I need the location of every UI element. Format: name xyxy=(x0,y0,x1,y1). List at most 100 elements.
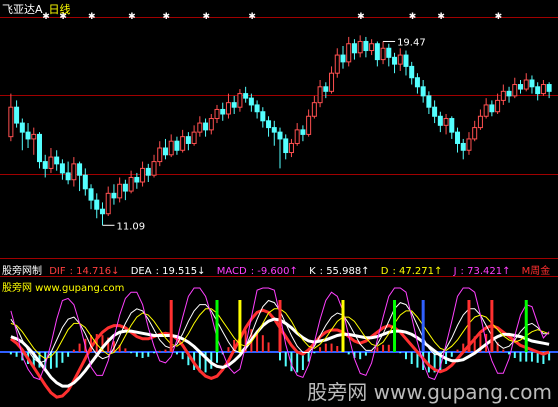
candle-body xyxy=(380,47,386,61)
cross-signal-bar xyxy=(393,300,397,352)
candle-body xyxy=(392,56,398,65)
candle-body xyxy=(105,192,111,215)
candle-body xyxy=(546,84,552,92)
macd-readout: MACD: -9.600↑ xyxy=(216,266,298,277)
candle-body xyxy=(500,90,506,101)
candle-body xyxy=(311,102,317,117)
candle-body xyxy=(94,199,100,210)
candle-body xyxy=(203,122,209,131)
candle-body xyxy=(357,40,363,54)
candle-body xyxy=(208,118,214,131)
candle-body xyxy=(99,208,105,215)
candle-body xyxy=(351,43,357,54)
k-name: K xyxy=(309,266,316,277)
candle-body xyxy=(437,115,443,126)
candle-body xyxy=(42,161,48,169)
indicator-readout-row: 股旁网制 DIF: 14.716↓ DEA: 19.515↓ MACD: -9.… xyxy=(2,262,554,277)
candle-body xyxy=(25,131,31,140)
j-readout: J: 73.421↑ xyxy=(453,266,511,277)
cross-signal-bar xyxy=(215,300,219,352)
candle-body xyxy=(180,136,186,151)
candle-body xyxy=(523,79,529,90)
candle-body xyxy=(529,79,535,88)
candle-body xyxy=(512,84,518,97)
dea-readout: DEA: 19.515↓ xyxy=(130,266,206,277)
candle-body xyxy=(323,86,329,92)
candle-body xyxy=(340,54,346,63)
candle-body xyxy=(59,163,65,174)
candle-body xyxy=(300,129,306,135)
candle-body xyxy=(369,43,375,52)
signal-marker-icon: ✱ xyxy=(409,12,417,22)
candle-body xyxy=(174,140,180,151)
candle-body xyxy=(260,111,266,122)
candle-body xyxy=(317,86,323,104)
site-url: 股旁网 www.gupang.com xyxy=(2,283,125,294)
d-value: 47.271↑ xyxy=(399,266,443,277)
candle-body xyxy=(483,104,489,117)
candle-body xyxy=(36,133,42,163)
candle-body xyxy=(197,122,203,133)
candle-body xyxy=(111,192,117,199)
candle-body xyxy=(254,104,260,113)
candle-body xyxy=(185,136,191,144)
candle-body xyxy=(162,147,168,156)
candle-body xyxy=(157,147,163,163)
k-value: 55.988↑ xyxy=(326,266,370,277)
candle-body xyxy=(117,183,123,199)
candle-body xyxy=(145,167,151,176)
signal-marker-icon: ✱ xyxy=(495,12,503,22)
j-name: J xyxy=(453,266,457,277)
cross-signal-bar xyxy=(169,300,173,352)
d-name: D xyxy=(380,266,389,277)
candle-body xyxy=(466,138,472,151)
security-name: 飞亚达A xyxy=(2,3,43,16)
chart-title: 飞亚达A 日线 xyxy=(2,1,71,17)
candle-body xyxy=(271,127,277,133)
candle-body xyxy=(329,72,335,92)
low-price-label: 11.09 xyxy=(116,221,145,232)
cross-signal-bar xyxy=(421,300,425,352)
candle-body xyxy=(540,84,546,95)
price-panel: 19.4711.09✱ ✱ ✱ ✱ ✱ ✱ ✱ ✱ ✱ ✱ ✱ xyxy=(8,12,552,232)
candle-body xyxy=(19,122,25,133)
candle-body xyxy=(214,108,220,120)
candle-body xyxy=(477,115,483,129)
candle-body xyxy=(168,140,174,156)
macd-name: MACD xyxy=(216,266,247,277)
macd-value: -9.600↑ xyxy=(257,266,298,277)
candle-body xyxy=(420,86,426,97)
candle-body xyxy=(403,54,409,67)
candle-body xyxy=(334,54,340,74)
candle-body xyxy=(506,90,512,97)
candle-body xyxy=(460,142,466,151)
cross-signal-bar xyxy=(278,300,282,352)
candle-body xyxy=(48,156,54,169)
signal-marker-icon: ✱ xyxy=(162,12,170,22)
candle-body xyxy=(71,163,77,181)
candle-body xyxy=(140,167,146,183)
candle-body xyxy=(443,118,449,126)
candle-body xyxy=(495,99,501,113)
candle-body xyxy=(306,115,312,135)
candle-body xyxy=(31,133,37,140)
watermark-text: 股旁网 www.gupang.com xyxy=(307,380,552,404)
cross-signal-bar xyxy=(524,300,528,352)
period-label: 日线 xyxy=(48,3,71,16)
signal-marker-icon: ✱ xyxy=(248,12,256,22)
candle-body xyxy=(225,102,231,115)
candle-body xyxy=(243,93,249,99)
candle-body xyxy=(248,97,254,106)
candle-body xyxy=(237,93,243,108)
signal-marker-icon: ✱ xyxy=(203,12,211,22)
candle-body xyxy=(8,106,14,138)
candle-body xyxy=(489,104,495,113)
candle-body xyxy=(535,86,541,95)
signal-marker-icon: ✱ xyxy=(437,12,445,22)
candle-body xyxy=(128,176,134,192)
candle-body xyxy=(288,142,294,154)
candle-body xyxy=(432,106,438,117)
j-value: 73.421↑ xyxy=(467,266,511,277)
candle-body xyxy=(363,40,369,52)
candle-body xyxy=(266,120,272,129)
